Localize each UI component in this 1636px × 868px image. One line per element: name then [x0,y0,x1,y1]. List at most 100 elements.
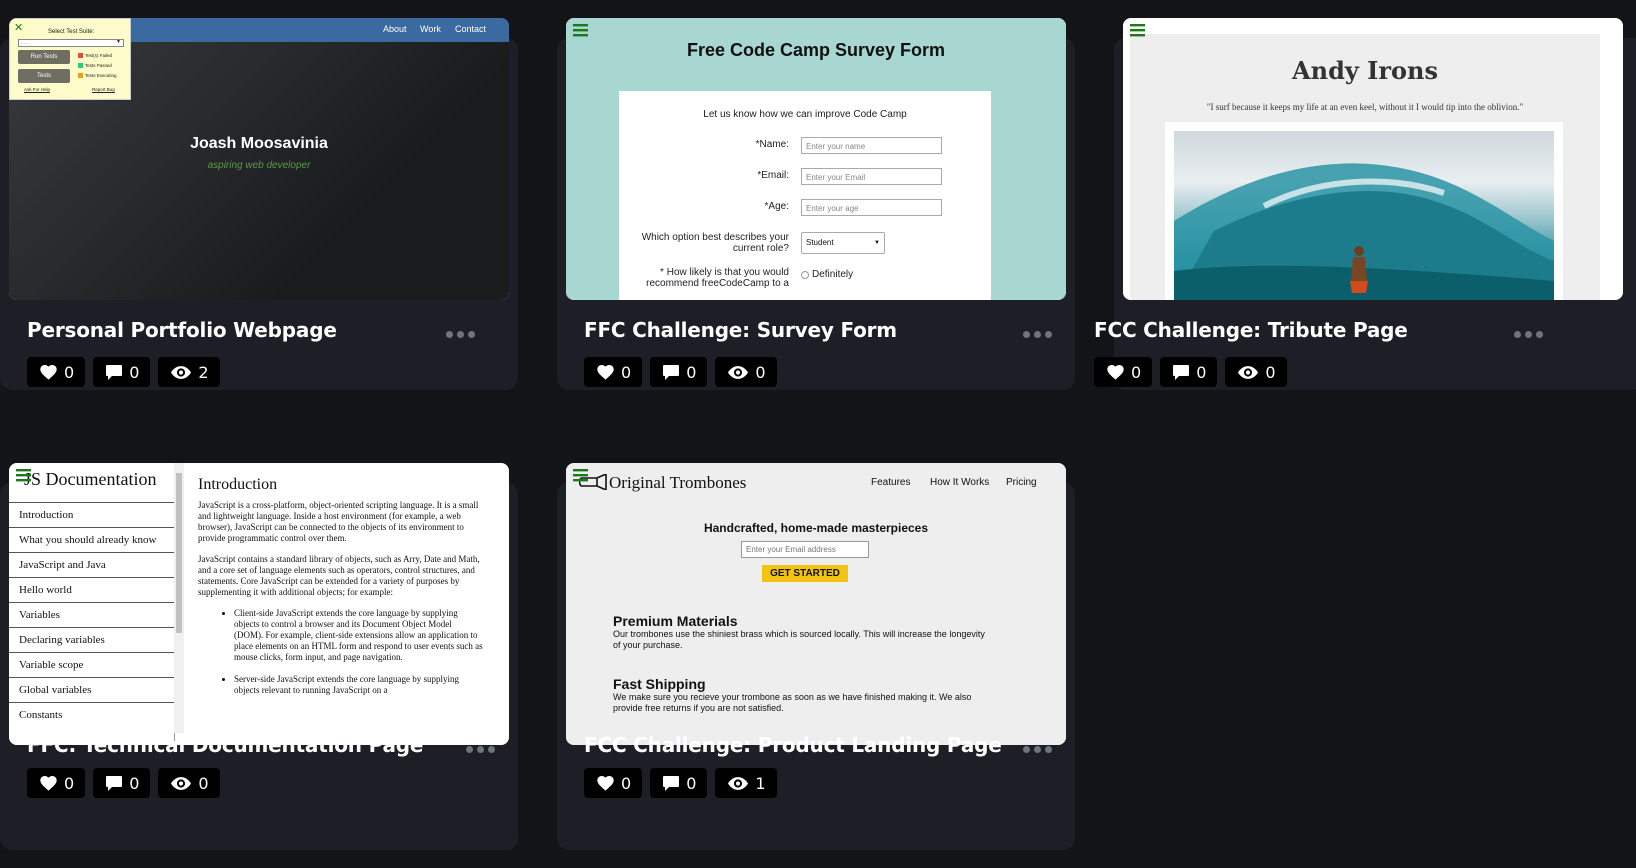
pen-preview-docs[interactable]: JS Documentation Introduction What you s… [9,463,509,745]
run-tests-button[interactable]: Run Tests [18,50,70,64]
docs-nav-variables[interactable]: Variables [9,602,174,627]
docs-paragraph: JavaScript contains a standard library o… [198,554,480,597]
pen-preview-survey[interactable]: Free Code Camp Survey Form Let us know h… [566,18,1066,300]
feature-shipping: Fast Shipping We make sure you recieve y… [613,676,993,714]
test-suite-select[interactable]: - - - ▼ [18,39,124,47]
more-dots-icon[interactable] [1023,331,1052,338]
eye-icon [728,776,749,790]
more-dots-icon[interactable] [1514,331,1543,338]
like-button[interactable]: 0 [1094,357,1153,387]
legend-failed: Test(s) Failed [78,53,112,58]
comment-button[interactable]: 0 [650,357,708,387]
pen-title[interactable]: Personal Portfolio Webpage [27,318,337,342]
role-label: Which option best describes your current … [641,232,789,254]
view-count: 2 [198,362,209,382]
tribute-image-frame [1165,122,1563,300]
heart-icon [597,775,614,791]
eye-icon [171,365,192,379]
docs-nav-introduction[interactable]: Introduction [9,502,174,527]
more-dots-icon[interactable] [466,746,495,753]
portfolio-name: Joash Moosavinia [190,135,328,152]
feature-text: We make sure you recieve your trombone a… [613,692,972,713]
pen-preview-tribute[interactable]: Andy Irons "I surf because it keeps my l… [1123,18,1623,300]
comment-icon [663,775,680,791]
landing-brand: Original Trombones [609,473,747,492]
name-input[interactable]: Enter your name [801,137,942,154]
surfer-image [1174,131,1554,300]
view-count-badge: 2 [158,357,220,387]
docs-nav-hello-world[interactable]: Hello world [9,577,174,602]
docs-list-item: Client-side JavaScript extends the core … [234,608,483,663]
hamburger-menu-icon[interactable] [573,24,588,37]
close-icon[interactable]: ✕ [14,21,23,34]
pen-title[interactable]: FCC Challenge: Tribute Page [1094,318,1408,342]
pen-title[interactable]: FCC Challenge: Product Landing Page [584,733,1002,757]
docs-nav-already-know[interactable]: What you should already know [9,527,174,552]
feature-title: Premium Materials [613,613,738,629]
pen-preview-portfolio[interactable]: About Work Contact Joash Moosavinia aspi… [9,18,509,300]
eye-icon [171,776,192,790]
hamburger-menu-icon[interactable] [16,469,31,482]
tribute-main: Andy Irons "I surf because it keeps my l… [1130,34,1600,300]
pen-card-portfolio-wrap: About Work Contact Joash Moosavinia aspi… [0,0,518,390]
comment-icon [106,364,123,380]
comment-button[interactable]: 0 [93,357,151,387]
landing-email-input[interactable]: Enter your Email address [741,541,869,558]
more-dots-icon[interactable] [1023,746,1052,753]
like-count: 0 [621,362,632,382]
pen-card-tribute-wrap: Andy Irons "I surf because it keeps my l… [1094,0,1636,390]
docs-sidebar: JS Documentation Introduction What you s… [9,463,175,745]
portfolio-subtitle: aspiring web developer [207,160,311,171]
like-count: 0 [621,773,632,793]
comment-button[interactable]: 0 [93,768,151,798]
get-started-button[interactable]: GET STARTED [762,565,848,582]
report-bug-link[interactable]: Report Bug [92,87,115,92]
tribute-quote: "I surf because it keeps my life at an e… [1206,102,1524,112]
nav-pricing-link[interactable]: Pricing [1006,477,1037,488]
tribute-heading: Andy Irons [1292,56,1438,85]
comment-count: 0 [686,362,697,382]
hamburger-menu-icon[interactable] [573,469,588,482]
nav-how-it-works-link[interactable]: How It Works [930,477,989,488]
comment-button[interactable]: 0 [650,768,708,798]
docs-nav-global-variables[interactable]: Global variables [9,677,174,702]
sidebar-scrollbar[interactable] [174,463,184,733]
nav-work-link[interactable]: Work [420,24,441,34]
pen-title[interactable]: FFC Challenge: Survey Form [584,318,897,342]
feature-title: Fast Shipping [613,676,706,692]
ask-help-link[interactable]: Ask For Help [24,87,50,92]
heart-icon [597,364,614,380]
feature-text: Our trombones use the shiniest brass whi… [613,629,985,650]
comment-button[interactable]: 0 [1160,357,1218,387]
nav-features-link[interactable]: Features [871,477,910,488]
tests-button[interactable]: Tests [18,69,70,83]
pen-stats: 0 0 1 [584,768,777,798]
landing-hero-heading: Handcrafted, home-made masterpieces [703,521,929,535]
view-count: 0 [755,362,766,382]
view-count-badge: 0 [1225,357,1287,387]
pen-card-landing-wrap: Original Trombones Features How It Works… [557,445,1075,850]
like-button[interactable]: 0 [27,768,86,798]
more-dots-icon[interactable] [446,331,475,338]
docs-nav-js-and-java[interactable]: JavaScript and Java [9,552,174,577]
like-button[interactable]: 0 [27,357,86,387]
like-button[interactable]: 0 [584,357,643,387]
survey-form: Let us know how we can improve Code Camp… [619,91,991,300]
role-select[interactable]: Student ▼ [801,232,885,254]
comment-icon [1173,364,1190,380]
docs-nav-variable-scope[interactable]: Variable scope [9,652,174,677]
hamburger-menu-icon[interactable] [1130,24,1145,37]
test-suite-panel: ✕ Select Test Suite: - - - ▼ Run Tests Te… [9,18,131,100]
pen-title[interactable]: FFC: Technical Documentation Page [27,733,423,757]
email-input[interactable]: Enter your Email [801,168,942,185]
like-count: 0 [64,773,75,793]
age-input[interactable]: Enter your age [801,199,942,216]
view-count-badge: 0 [715,357,777,387]
definitely-radio[interactable]: Definitely [801,269,853,280]
docs-nav-constants[interactable]: Constants [9,702,174,727]
nav-contact-link[interactable]: Contact [455,24,486,34]
nav-about-link[interactable]: About [383,24,407,34]
docs-nav-declaring-variables[interactable]: Declaring variables [9,627,174,652]
pen-preview-landing[interactable]: Original Trombones Features How It Works… [566,463,1066,745]
like-button[interactable]: 0 [584,768,643,798]
